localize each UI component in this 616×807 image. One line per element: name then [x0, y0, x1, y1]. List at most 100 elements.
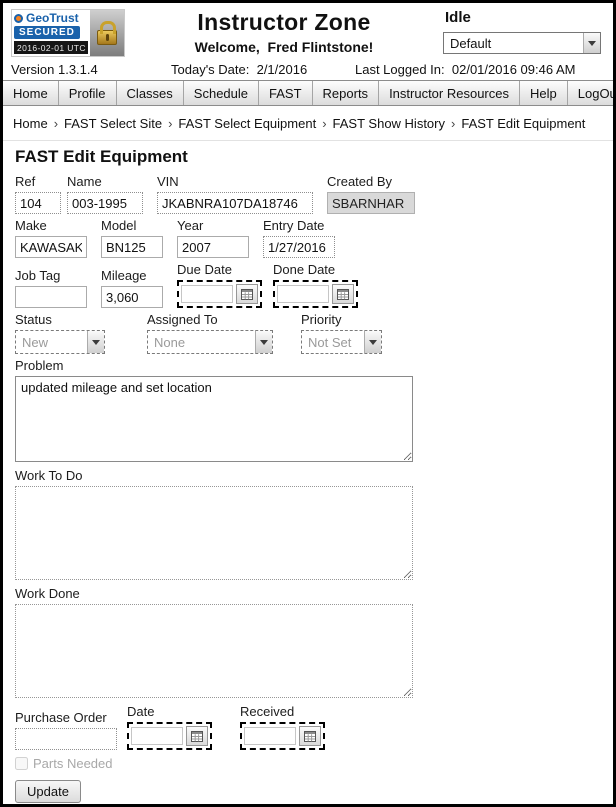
version-text: Version 1.3.1.4 — [11, 62, 98, 77]
status-label: Status — [15, 312, 52, 327]
info-bar: Version 1.3.1.4 Today's Date: 2/1/2016 L… — [3, 60, 613, 80]
received-calendar-button[interactable] — [299, 726, 321, 746]
received-label: Received — [240, 704, 295, 719]
padlock-icon — [90, 10, 124, 56]
calendar-icon — [337, 288, 349, 300]
today-value: 2/1/2016 — [256, 62, 308, 77]
year-input[interactable] — [177, 236, 249, 258]
status-label: Idle — [445, 9, 471, 26]
nav-item-reports[interactable]: Reports — [313, 81, 380, 105]
parts-needed-checkbox[interactable] — [15, 757, 28, 770]
po-date-label: Date — [127, 704, 155, 719]
work-done-textarea[interactable] — [15, 604, 413, 698]
last-login-label: Last Logged In: — [355, 62, 445, 77]
breadcrumb-home[interactable]: Home — [13, 116, 48, 131]
nav-item-logout[interactable]: LogOut — [568, 81, 613, 105]
assigned-to-select-value: None — [154, 334, 186, 350]
field-done-date: Done Date — [273, 262, 358, 308]
update-button[interactable]: Update — [15, 780, 81, 803]
due-date-calendar-button[interactable] — [236, 284, 258, 304]
default-select[interactable]: Default — [443, 32, 601, 54]
mileage-input[interactable] — [101, 286, 163, 308]
nav-item-schedule[interactable]: Schedule — [184, 81, 260, 105]
field-job-tag: Job Tag — [15, 268, 87, 308]
done-date-input[interactable] — [277, 285, 329, 303]
breadcrumb-current: FAST Edit Equipment — [461, 116, 586, 131]
geotrust-brand: GeoTrust — [26, 11, 79, 25]
breadcrumb-fast-select-site[interactable]: FAST Select Site — [64, 116, 162, 131]
nav-item-profile[interactable]: Profile — [59, 81, 117, 105]
done-date-label: Done Date — [273, 262, 336, 277]
dropdown-arrow-icon — [255, 331, 272, 353]
calendar-icon — [241, 288, 253, 300]
breadcrumb-fast-show-history[interactable]: FAST Show History — [333, 116, 445, 131]
job-tag-input[interactable] — [15, 286, 87, 308]
make-input[interactable] — [15, 236, 87, 258]
vin-input[interactable] — [157, 192, 313, 214]
done-date-calendar-button[interactable] — [332, 284, 354, 304]
make-label: Make — [15, 218, 47, 233]
assigned-to-select[interactable]: None — [147, 330, 273, 354]
field-due-date: Due Date — [177, 262, 262, 308]
page: GeoTrust SECURED 2016-02-01 UTC Instruct… — [0, 0, 616, 807]
po-date-calendar-button[interactable] — [186, 726, 208, 746]
problem-label: Problem — [15, 358, 64, 373]
po-date-input[interactable] — [131, 727, 183, 745]
nav-item-fast[interactable]: FAST — [259, 81, 313, 105]
field-purchase-order: Purchase Order — [15, 710, 117, 750]
ref-label: Ref — [15, 174, 36, 189]
nav-item-home[interactable]: Home — [3, 81, 59, 105]
name-input[interactable] — [67, 192, 143, 214]
model-input[interactable] — [101, 236, 163, 258]
breadcrumb-separator: › — [322, 116, 327, 131]
entry-date-input[interactable] — [263, 236, 335, 258]
field-po-date: Date — [127, 704, 212, 750]
calendar-icon — [191, 730, 203, 742]
field-name: Name — [67, 174, 143, 214]
row-identity: Ref Name VIN Created By — [15, 174, 601, 214]
year-label: Year — [177, 218, 204, 233]
nav-item-instructor-resources[interactable]: Instructor Resources — [379, 81, 520, 105]
nav-item-help[interactable]: Help — [520, 81, 568, 105]
field-status: Status New — [15, 312, 105, 354]
secured-label: SECURED — [14, 26, 80, 39]
problem-textarea[interactable]: updated mileage and set location — [15, 376, 413, 462]
field-ref: Ref — [15, 174, 61, 214]
po-date-picker — [127, 722, 212, 750]
field-problem: Problem updated mileage and set location — [15, 358, 601, 462]
row-purchase: Purchase Order Date Received — [15, 704, 601, 750]
field-priority: Priority Not Set — [301, 312, 382, 354]
purchase-order-input[interactable] — [15, 728, 117, 750]
parts-needed-label: Parts Needed — [33, 756, 113, 771]
last-login-value: 02/01/2016 09:46 AM — [451, 62, 576, 77]
nav-item-classes[interactable]: Classes — [117, 81, 184, 105]
geotrust-badge: GeoTrust SECURED 2016-02-01 UTC — [11, 9, 125, 57]
breadcrumb-fast-select-equipment[interactable]: FAST Select Equipment — [178, 116, 316, 131]
status-select[interactable]: New — [15, 330, 105, 354]
due-date-label: Due Date — [177, 262, 232, 277]
priority-select[interactable]: Not Set — [301, 330, 382, 354]
geotrust-logo-icon — [14, 13, 23, 23]
geotrust-logo: GeoTrust — [14, 11, 88, 25]
created-by-label: Created By — [327, 174, 393, 189]
calendar-icon — [304, 730, 316, 742]
due-date-picker — [177, 280, 262, 308]
breadcrumb-separator: › — [168, 116, 173, 131]
ref-input[interactable] — [15, 192, 61, 214]
due-date-input[interactable] — [181, 285, 233, 303]
field-mileage: Mileage — [101, 268, 163, 308]
field-vin: VIN — [157, 174, 313, 214]
dropdown-arrow-icon — [583, 33, 600, 53]
row-job: Job Tag Mileage Due Date Done Date — [15, 262, 601, 308]
priority-label: Priority — [301, 312, 342, 327]
purchase-order-label: Purchase Order — [15, 710, 107, 725]
breadcrumb-separator: › — [53, 116, 59, 131]
status-select-value: New — [22, 334, 49, 350]
done-date-picker — [273, 280, 358, 308]
field-year: Year — [177, 218, 249, 258]
field-work-done: Work Done — [15, 586, 601, 698]
received-input[interactable] — [244, 727, 296, 745]
created-by-input — [327, 192, 415, 214]
work-to-do-textarea[interactable] — [15, 486, 413, 580]
field-entry-date: Entry Date — [263, 218, 335, 258]
